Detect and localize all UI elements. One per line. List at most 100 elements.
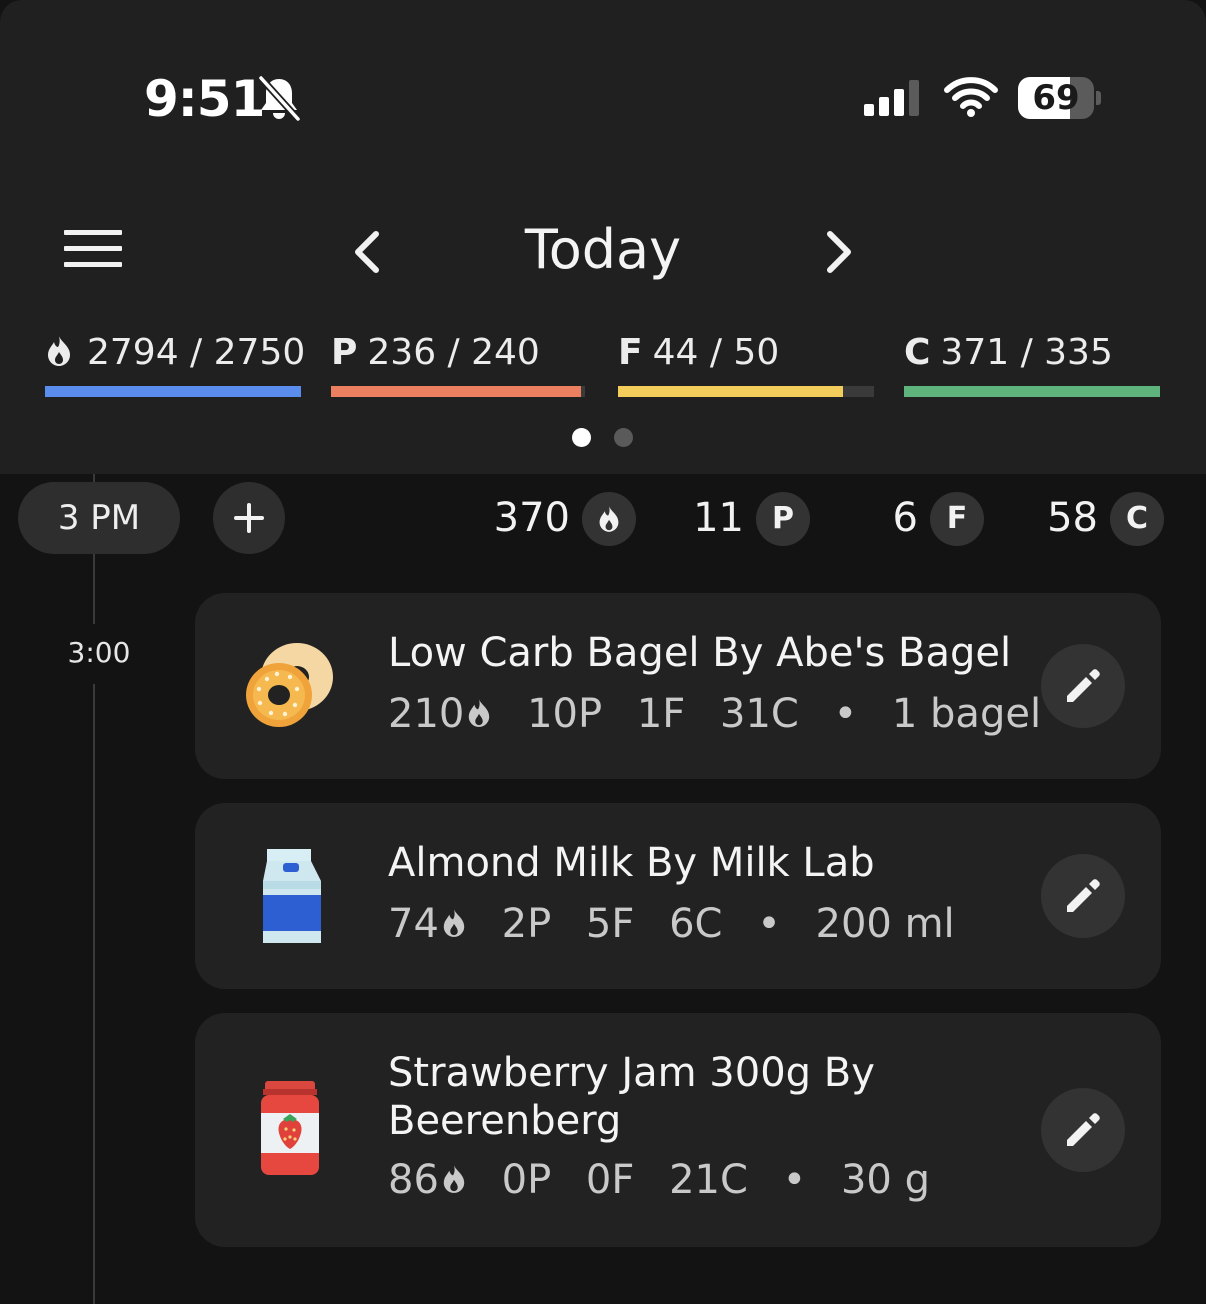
macro-fat[interactable]: F 44 / 50 bbox=[618, 332, 876, 402]
bell-off-icon bbox=[258, 75, 301, 122]
jam-jar-icon bbox=[261, 1081, 319, 1175]
food-carbs: 31C bbox=[720, 691, 799, 737]
food-fat: 0F bbox=[585, 1157, 635, 1203]
macro-protein-value: 236 / 240 bbox=[367, 332, 540, 373]
flame-icon bbox=[443, 909, 465, 937]
macro-fat-letter: F bbox=[618, 332, 643, 373]
cellular-signal-icon bbox=[864, 80, 919, 116]
macro-carbs-letter: C bbox=[904, 332, 931, 373]
food-entry-card[interactable]: Almond Milk By Milk Lab 74 2P 5F 6C • 20… bbox=[195, 803, 1161, 989]
edit-button[interactable] bbox=[1041, 644, 1125, 728]
food-protein: 10P bbox=[527, 691, 603, 737]
food-calories-value: 74 bbox=[388, 901, 439, 947]
flame-icon bbox=[443, 1165, 465, 1193]
flame-icon bbox=[469, 699, 490, 727]
macro-calories-value: 2794 / 2750 bbox=[87, 332, 306, 373]
flame-icon bbox=[48, 336, 70, 366]
chevron-right-icon[interactable] bbox=[808, 220, 868, 284]
group-total-calories: 370 bbox=[470, 490, 636, 546]
menu-icon-bar bbox=[64, 262, 122, 267]
bagel-icon bbox=[246, 643, 333, 727]
food-carbs: 6C bbox=[669, 901, 723, 947]
page-dot-active[interactable] bbox=[572, 428, 591, 447]
group-total-protein-badge: P bbox=[756, 492, 810, 546]
food-calories-value: 210 bbox=[388, 691, 465, 737]
macro-fat-label: F 44 / 50 bbox=[618, 332, 779, 373]
menu-icon-bar bbox=[64, 230, 122, 235]
chevron-left-icon[interactable] bbox=[340, 220, 400, 284]
food-name: Almond Milk By Milk Lab bbox=[388, 840, 875, 886]
group-total-fat: 6 F bbox=[860, 490, 984, 546]
group-total-protein: 11 P bbox=[680, 490, 810, 546]
battery-nub bbox=[1096, 91, 1101, 105]
macro-calories-label: 2794 / 2750 bbox=[45, 332, 305, 373]
macro-carbs-value: 371 / 335 bbox=[940, 332, 1113, 373]
page-indicator[interactable] bbox=[572, 428, 642, 448]
group-total-carbs: 58 C bbox=[1010, 490, 1164, 546]
macro-protein[interactable]: P 236 / 240 bbox=[331, 332, 589, 402]
group-total-fat-badge: F bbox=[930, 492, 984, 546]
pencil-icon bbox=[1067, 669, 1100, 702]
macro-calories-track bbox=[45, 386, 301, 397]
plus-icon bbox=[234, 503, 264, 533]
date-title[interactable]: Today bbox=[478, 218, 728, 281]
food-name: Strawberry Jam 300g By Beerenberg bbox=[388, 1050, 875, 1144]
add-food-button[interactable] bbox=[213, 482, 285, 554]
summary-panel: 9:51 69 Today 2794 / 2750 P 236 / 240 F … bbox=[0, 0, 1206, 474]
food-serving: 30 g bbox=[840, 1157, 930, 1203]
macro-fat-value: 44 / 50 bbox=[652, 332, 780, 373]
menu-icon-bar bbox=[64, 246, 122, 251]
separator-dot: • bbox=[757, 901, 781, 947]
food-nutrition: 86 0P 0F 21C • 30 g bbox=[388, 1157, 952, 1203]
group-total-carbs-value: 58 bbox=[1047, 495, 1098, 541]
menu-button[interactable] bbox=[60, 226, 126, 272]
food-entry-card[interactable]: Low Carb Bagel By Abe's Bagel 210 10P 1F… bbox=[195, 593, 1161, 779]
pencil-icon bbox=[1067, 879, 1100, 912]
food-fat: 5F bbox=[585, 901, 635, 947]
food-carbs: 21C bbox=[669, 1157, 748, 1203]
battery-indicator: 69 bbox=[1018, 77, 1102, 119]
battery-percent: 69 bbox=[1032, 78, 1080, 118]
macro-calories[interactable]: 2794 / 2750 bbox=[45, 332, 305, 402]
group-total-fat-value: 6 bbox=[892, 495, 918, 541]
food-nutrition: 210 10P 1F 31C • 1 bagel bbox=[388, 691, 1063, 737]
page-dot[interactable] bbox=[614, 428, 633, 447]
milk-carton-icon bbox=[263, 849, 321, 943]
macro-protein-fill bbox=[331, 386, 581, 397]
macro-calories-fill bbox=[45, 386, 301, 397]
status-time: 9:51 bbox=[144, 70, 265, 128]
food-serving: 200 ml bbox=[815, 901, 955, 947]
group-total-calories-value: 370 bbox=[493, 495, 570, 541]
edit-button[interactable] bbox=[1041, 1088, 1125, 1172]
flame-icon bbox=[599, 506, 619, 532]
food-fat: 1F bbox=[636, 691, 686, 737]
food-protein: 2P bbox=[501, 901, 552, 947]
food-serving: 1 bagel bbox=[891, 691, 1042, 737]
pencil-icon bbox=[1067, 1113, 1100, 1146]
macro-carbs[interactable]: C 371 / 335 bbox=[904, 332, 1162, 402]
food-calories: 86 bbox=[388, 1157, 467, 1203]
macro-protein-label: P 236 / 240 bbox=[331, 332, 540, 373]
macro-protein-track bbox=[331, 386, 585, 397]
food-calories: 74 bbox=[388, 901, 467, 947]
edit-button[interactable] bbox=[1041, 854, 1125, 938]
macro-fat-track bbox=[618, 386, 874, 397]
group-total-calories-badge bbox=[582, 492, 636, 546]
food-nutrition: 74 2P 5F 6C • 200 ml bbox=[388, 901, 977, 947]
food-calories: 210 bbox=[388, 691, 492, 737]
macro-protein-letter: P bbox=[331, 332, 358, 373]
macro-carbs-fill bbox=[904, 386, 1160, 397]
screen: 9:51 69 Today 2794 / 2750 P 236 / 240 F … bbox=[0, 0, 1206, 1304]
macro-carbs-label: C 371 / 335 bbox=[904, 332, 1113, 373]
food-calories-value: 86 bbox=[388, 1157, 439, 1203]
food-protein: 0P bbox=[501, 1157, 552, 1203]
wifi-icon bbox=[944, 77, 998, 117]
group-total-carbs-badge: C bbox=[1110, 492, 1164, 546]
time-group-pill[interactable]: 3 PM bbox=[18, 482, 180, 554]
group-total-protein-value: 11 bbox=[693, 495, 744, 541]
separator-dot: • bbox=[833, 691, 858, 737]
food-entry-card[interactable]: Strawberry Jam 300g By Beerenberg 86 0P … bbox=[195, 1013, 1161, 1247]
macro-fat-fill bbox=[618, 386, 844, 397]
timeline-stamp: 3:00 bbox=[67, 636, 131, 669]
timeline-line bbox=[93, 684, 95, 1304]
